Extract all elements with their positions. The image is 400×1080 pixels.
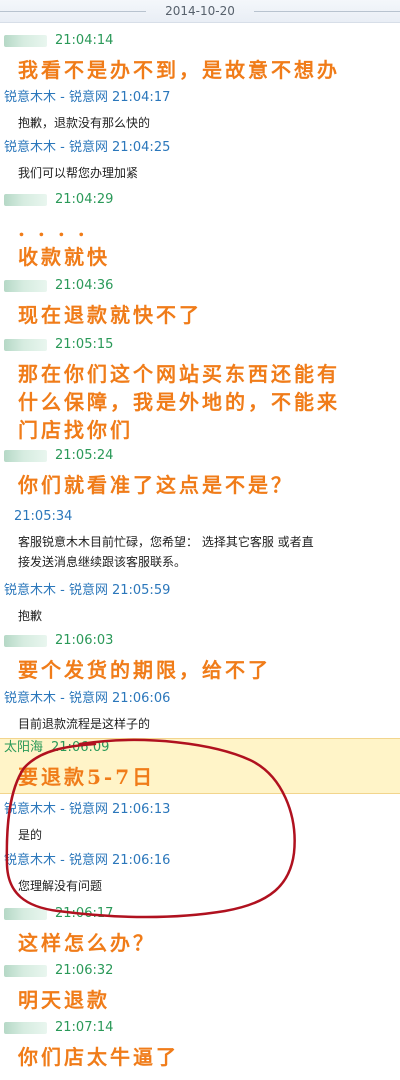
customer-message-line: 收款就快 <box>18 245 110 269</box>
agent-message-line: 目前退款流程是这样子的 <box>18 717 151 731</box>
message-time: 21:04:17 <box>111 90 171 105</box>
agent-message-line: 我们可以帮您办理加紧 <box>18 166 139 180</box>
customer-message-line: 这样怎么办？ <box>18 931 156 955</box>
message-time: 21:06:03 <box>55 633 114 648</box>
message-time: 21:07:14 <box>55 1020 114 1035</box>
message-header: 锐意木木 - 锐意网 21:06:13 <box>4 801 170 819</box>
user-avatar-blur[interactable] <box>4 1022 47 1034</box>
message-header: 21:05:34 <box>4 508 72 526</box>
message-header: 21:06:17 <box>4 905 113 923</box>
message-time: 21:06:13 <box>111 802 171 817</box>
message-time: 21:05:59 <box>111 583 171 598</box>
message-header: 21:06:32 <box>4 962 113 980</box>
agent-message-line: 客服锐意木木目前忙碌，您希望： 选择其它客服 或者直 <box>18 535 314 549</box>
message-time: 21:06:09 <box>51 740 110 755</box>
message-time: 21:05:15 <box>55 337 114 352</box>
agent-message-line: 您理解没有问题 <box>18 879 103 893</box>
message-header: 太阳海 21:06:09 <box>4 739 109 757</box>
customer-message-line: 要个发货的期限，给不了 <box>18 658 271 682</box>
message-time: 21:04:29 <box>55 192 114 207</box>
message-time: 21:06:16 <box>111 853 171 868</box>
message-header: 21:04:14 <box>4 32 113 50</box>
message-time: 21:06:32 <box>55 963 114 978</box>
customer-message-line: . . . . <box>18 217 88 241</box>
message-header: 锐意木木 - 锐意网 21:05:59 <box>4 582 170 600</box>
customer-message-line: 什么保障，我是外地的，不能来 <box>18 390 340 414</box>
user-avatar-blur[interactable] <box>4 35 47 47</box>
message-time: 21:04:14 <box>55 33 114 48</box>
sender-name[interactable]: 锐意木木 - 锐意网 <box>4 853 108 868</box>
customer-message-line: 明天退款 <box>18 988 110 1012</box>
message-time: 21:05:34 <box>14 509 73 524</box>
customer-message-line: 要退款5-7日 <box>18 765 156 789</box>
customer-message-line: 你们就看准了这点是不是？ <box>18 473 294 497</box>
message-time: 21:04:36 <box>55 278 114 293</box>
sender-name[interactable]: 锐意木木 - 锐意网 <box>4 802 108 817</box>
customer-message-line: 门店找你们 <box>18 418 133 442</box>
message-time: 21:06:06 <box>111 691 171 706</box>
message-header: 锐意木木 - 锐意网 21:04:17 <box>4 89 170 107</box>
message-header: 21:05:24 <box>4 447 113 465</box>
message-header: 锐意木木 - 锐意网 21:06:16 <box>4 852 170 870</box>
customer-message-line: 我看不是办不到，是故意不想办 <box>18 58 340 82</box>
customer-message-line: 现在退款就快不了 <box>18 303 202 327</box>
message-time: 21:05:24 <box>55 448 114 463</box>
message-header: 锐意木木 - 锐意网 21:06:06 <box>4 690 170 708</box>
user-avatar-blur[interactable] <box>4 908 47 920</box>
message-header: 锐意木木 - 锐意网 21:04:25 <box>4 139 170 157</box>
message-time: 21:06:17 <box>55 906 114 921</box>
sender-name[interactable]: 锐意木木 - 锐意网 <box>4 90 108 105</box>
user-avatar-blur[interactable] <box>4 280 47 292</box>
sender-name[interactable]: 太阳海 <box>4 740 43 755</box>
user-avatar-blur[interactable] <box>4 635 47 647</box>
date-label: 2014-10-20 <box>165 4 235 18</box>
message-time: 21:04:25 <box>111 140 171 155</box>
user-avatar-blur[interactable] <box>4 965 47 977</box>
message-header: 21:04:29 <box>4 191 113 209</box>
user-avatar-blur[interactable] <box>4 450 47 462</box>
agent-message-line: 抱歉 <box>18 609 43 623</box>
chat-date-bar: 2014-10-20 <box>0 0 400 23</box>
message-header: 21:04:36 <box>4 277 113 295</box>
customer-message-line: 你们店太牛逼了 <box>18 1045 179 1069</box>
sender-name[interactable]: 锐意木木 - 锐意网 <box>4 691 108 706</box>
sender-name[interactable]: 锐意木木 - 锐意网 <box>4 140 108 155</box>
agent-message-line: 抱歉，退款没有那么快的 <box>18 116 151 130</box>
user-avatar-blur[interactable] <box>4 339 47 351</box>
agent-message-line: 接发送消息继续跟该客服联系。 <box>18 555 187 569</box>
customer-message-line: 那在你们这个网站买东西还能有 <box>18 362 340 386</box>
message-header: 21:06:03 <box>4 632 113 650</box>
user-avatar-blur[interactable] <box>4 194 47 206</box>
message-header: 21:07:14 <box>4 1019 113 1037</box>
agent-message-line: 是的 <box>18 828 43 842</box>
sender-name[interactable]: 锐意木木 - 锐意网 <box>4 583 108 598</box>
message-header: 21:05:15 <box>4 336 113 354</box>
